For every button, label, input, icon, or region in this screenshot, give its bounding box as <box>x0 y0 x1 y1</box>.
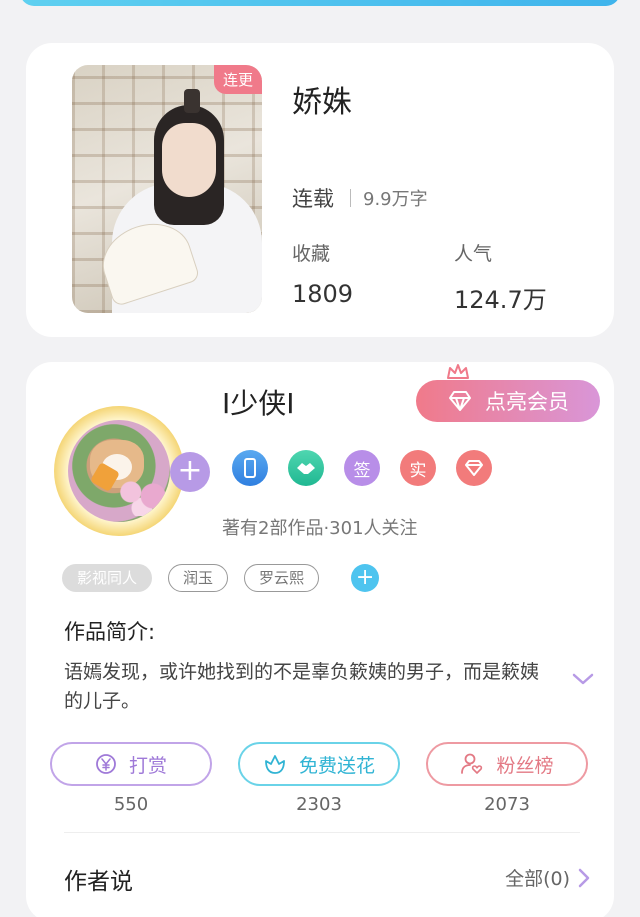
add-tag-icon[interactable]: + <box>351 564 380 592</box>
fans-count: 2073 <box>484 794 530 815</box>
reward-button[interactable]: 打赏 <box>50 742 212 786</box>
sign-medal-icon[interactable]: 签 <box>344 450 380 486</box>
tag-item[interactable]: 罗云熙 <box>244 564 320 592</box>
action-row: 打赏 550 免费送花 2303 粉丝榜 2073 <box>50 742 588 815</box>
author-says-more[interactable]: 全部(0) <box>505 864 590 891</box>
handshake-medal-icon[interactable] <box>288 450 324 486</box>
section-divider <box>64 832 580 833</box>
stat-popularity: 人气 124.7万 <box>454 239 547 315</box>
avatar-image <box>68 420 170 522</box>
cover-figure-crown <box>184 89 200 113</box>
fan-heart-icon <box>461 753 483 774</box>
cover-figure-face <box>162 123 216 197</box>
avatar-flowers <box>114 476 170 516</box>
send-flower-button[interactable]: 免费送花 <box>238 742 400 786</box>
author-says-title: 作者说 <box>64 869 133 895</box>
book-word-count: 9.9万字 <box>363 189 428 210</box>
flower-icon <box>265 755 285 774</box>
author-avatar[interactable]: + <box>54 406 210 536</box>
book-status: 连载 <box>292 187 334 211</box>
author-card: + I少侠I 点亮会员 签 实 著有2部作品·301人关注 影视同人 润玉 罗云… <box>26 362 614 917</box>
serial-update-badge: 连更 <box>213 65 262 94</box>
author-medals: 签 实 <box>232 450 492 486</box>
book-title: 娇姝 <box>292 85 352 120</box>
follow-plus-icon[interactable]: + <box>170 452 210 492</box>
author-says-count: 全部(0) <box>505 868 570 890</box>
intro-title: 作品简介: <box>64 620 156 644</box>
stat-popularity-label: 人气 <box>454 243 493 265</box>
author-name[interactable]: I少侠I <box>222 382 295 422</box>
fans-action: 粉丝榜 2073 <box>426 742 588 815</box>
yen-coin-icon <box>96 754 116 774</box>
tag-item[interactable]: 润玉 <box>168 564 229 592</box>
tag-list: 影视同人 润玉 罗云熙 + <box>62 564 380 592</box>
reward-action: 打赏 550 <box>50 742 212 815</box>
flower-action: 免费送花 2303 <box>238 742 400 815</box>
chevron-right-icon <box>578 868 590 887</box>
intro-text: 语嫣发现，或许她找到的不是辜负簌姨的男子，而是簌姨的儿子。 <box>64 661 540 712</box>
flower-count: 2303 <box>296 794 342 815</box>
stat-favorites-label: 收藏 <box>292 243 331 265</box>
reward-button-label: 打赏 <box>128 754 167 777</box>
book-status-row: 连载 9.9万字 <box>292 183 428 213</box>
diamond-medal-icon[interactable] <box>456 450 492 486</box>
vip-button[interactable]: 点亮会员 <box>416 380 600 422</box>
stat-favorites: 收藏 1809 <box>292 239 353 308</box>
crown-icon <box>447 364 469 379</box>
verified-medal-icon[interactable]: 实 <box>400 450 436 486</box>
top-strip <box>20 0 620 6</box>
vip-button-label: 点亮会员 <box>485 390 569 414</box>
fans-rank-label: 粉丝榜 <box>496 754 554 777</box>
fans-rank-button[interactable]: 粉丝榜 <box>426 742 588 786</box>
diamond-icon <box>449 391 471 411</box>
reward-count: 550 <box>113 794 149 815</box>
phone-medal-icon[interactable] <box>232 450 268 486</box>
send-flower-label: 免费送花 <box>298 754 375 777</box>
book-info-card[interactable]: 连更 娇姝 连载 9.9万字 收藏 1809 人气 124.7万 <box>26 43 614 337</box>
stat-favorites-value: 1809 <box>292 280 354 308</box>
chevron-down-icon[interactable] <box>572 672 594 686</box>
author-meta: 著有2部作品·301人关注 <box>222 518 418 539</box>
stat-popularity-value: 124.7万 <box>454 286 547 314</box>
status-divider <box>350 189 351 207</box>
tag-item[interactable]: 影视同人 <box>62 564 153 592</box>
book-cover[interactable]: 连更 <box>72 65 262 313</box>
